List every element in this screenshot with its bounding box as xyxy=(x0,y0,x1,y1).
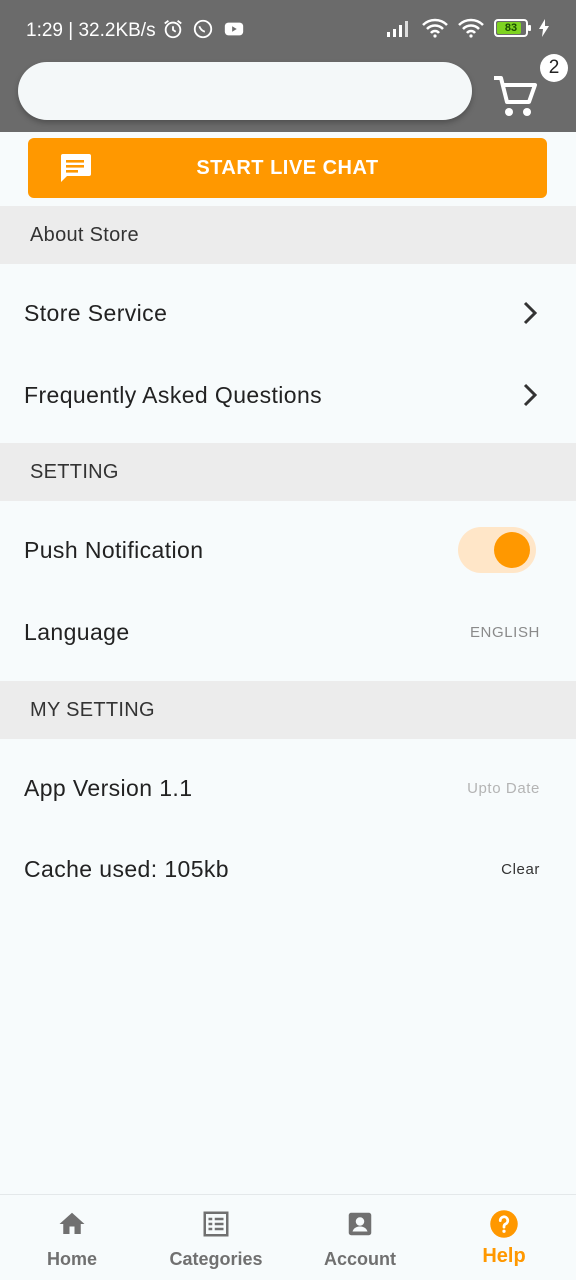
search-input[interactable] xyxy=(18,62,472,120)
clear-cache-button[interactable]: Clear xyxy=(501,861,540,878)
row-label: Store Service xyxy=(24,299,168,326)
store-service-row[interactable]: Store Service xyxy=(0,272,576,354)
live-chat-label: START LIVE CHAT xyxy=(196,156,379,179)
nav-label: Home xyxy=(46,1249,97,1269)
wifi-icon xyxy=(458,18,484,38)
language-row[interactable]: Language ENGLISH xyxy=(0,591,576,673)
section-title: SETTING xyxy=(30,460,119,483)
bottom-navigation: Home Categories Account Help xyxy=(0,1194,576,1280)
faq-row[interactable]: Frequently Asked Questions xyxy=(0,354,576,436)
nav-label: Categories xyxy=(169,1249,263,1269)
chevron-right-icon xyxy=(523,383,538,407)
charging-icon xyxy=(539,19,549,37)
cache-row: Cache used: 105kb Clear xyxy=(0,828,576,910)
account-icon xyxy=(348,1212,372,1236)
status-notification-icons xyxy=(162,18,246,40)
cart-icon[interactable] xyxy=(490,70,540,120)
status-system-icons: 83 xyxy=(386,18,550,38)
start-live-chat-button[interactable]: START LIVE CHAT xyxy=(28,138,547,198)
list-icon xyxy=(203,1211,229,1237)
row-label: Frequently Asked Questions xyxy=(24,381,323,408)
top-app-bar: 1:29 | 32.2KB/s 83 2 xyxy=(0,0,576,132)
nav-account[interactable]: Account xyxy=(288,1195,432,1280)
section-header-my-setting: MY SETTING xyxy=(0,681,576,739)
wifi-icon xyxy=(422,18,448,38)
status-bar: 1:29 | 32.2KB/s 83 xyxy=(0,0,576,60)
version-status: Upto Date xyxy=(467,779,540,797)
row-label: Language xyxy=(24,618,130,645)
language-value: ENGLISH xyxy=(469,623,540,641)
help-icon xyxy=(490,1210,518,1238)
nav-help[interactable]: Help xyxy=(432,1195,576,1280)
nav-label: Account xyxy=(324,1249,396,1269)
app-version-row: App Version 1.1 Upto Date xyxy=(0,747,576,829)
home-icon xyxy=(59,1212,85,1234)
cart-count-badge: 2 xyxy=(540,54,568,82)
alarm-icon xyxy=(164,20,182,39)
chat-icon xyxy=(61,154,91,182)
chevron-right-icon xyxy=(523,301,538,325)
battery-icon: 83 xyxy=(494,19,531,37)
row-label: Push Notification xyxy=(24,536,204,563)
signal-icon xyxy=(387,21,408,37)
row-label: App Version 1.1 xyxy=(24,774,193,801)
section-header-setting: SETTING xyxy=(0,443,576,501)
nav-categories[interactable]: Categories xyxy=(144,1195,288,1280)
toggle-knob xyxy=(494,532,530,568)
section-title: About Store xyxy=(30,223,139,246)
section-title: MY SETTING xyxy=(30,698,155,721)
nav-label: Help xyxy=(482,1245,526,1267)
push-notification-toggle[interactable] xyxy=(458,527,536,573)
youtube-icon xyxy=(224,22,244,36)
nav-home[interactable]: Home xyxy=(0,1195,144,1280)
row-label: Cache used: 105kb xyxy=(24,855,229,882)
whatsapp-icon xyxy=(193,19,213,39)
section-header-about: About Store xyxy=(0,206,576,264)
battery-level: 83 xyxy=(504,22,518,34)
status-time: 1:29 | 32.2KB/s xyxy=(26,20,156,41)
